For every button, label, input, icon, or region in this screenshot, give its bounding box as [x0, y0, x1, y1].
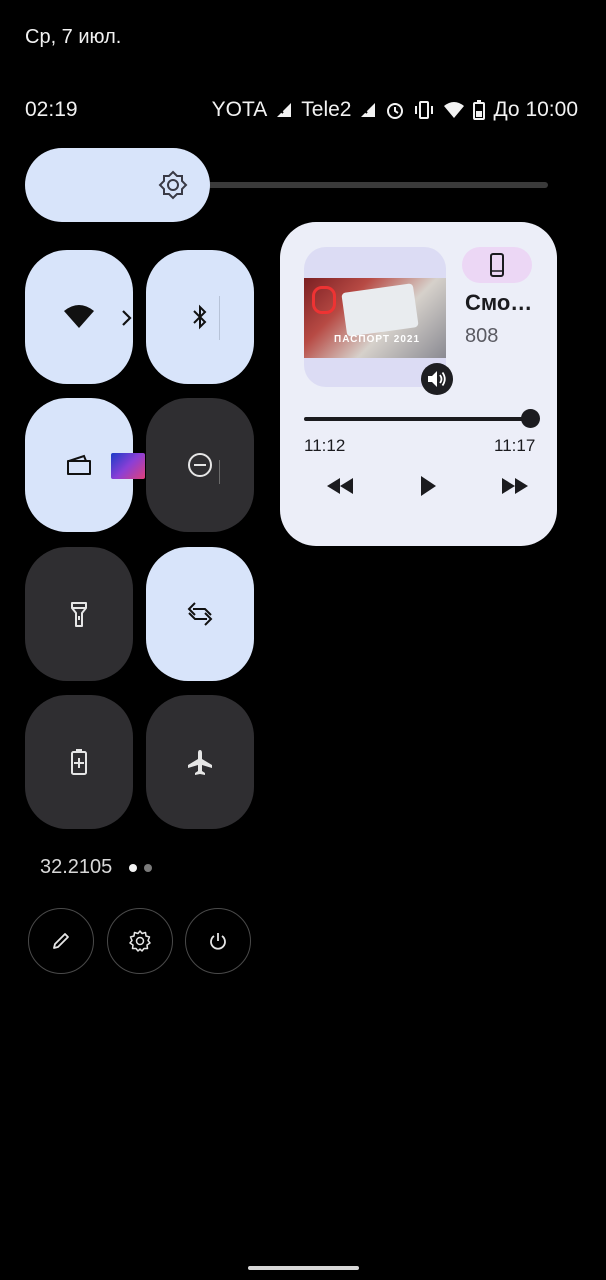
song-artist: 808 [465, 325, 499, 347]
status-bar: 02:19 YOTA Tele2 До 10:00 [0, 98, 606, 126]
airplane-icon [188, 750, 212, 775]
brightness-track[interactable] [205, 182, 548, 188]
pencil-icon [53, 933, 69, 949]
tile-divider [219, 296, 220, 340]
seek-handle[interactable] [521, 409, 540, 428]
rotate-icon [187, 602, 213, 626]
clock: 02:19 [25, 98, 78, 121]
rewind-button[interactable] [323, 472, 357, 500]
wallet-icon [67, 454, 91, 475]
rewind-icon [327, 478, 353, 494]
vibrate-icon [415, 101, 434, 119]
alarm-icon [387, 103, 404, 119]
page-dot [144, 864, 152, 872]
brightness-icon [158, 170, 188, 200]
elapsed-time: 11:12 [304, 436, 346, 455]
tile-wallet[interactable] [25, 398, 145, 532]
power-button[interactable] [185, 908, 251, 974]
total-time: 11:17 [494, 436, 536, 455]
dnd-icon [188, 453, 212, 477]
tile-bluetooth[interactable] [146, 250, 254, 384]
media-player[interactable]: ПАСПОРТ 2021 Смо… 808 11:12 11:17 [280, 222, 557, 546]
tile-airplane[interactable] [146, 695, 254, 829]
battery-saver-icon [71, 749, 87, 775]
build-number[interactable]: 32.2105 [40, 856, 112, 879]
seek-bar[interactable] [304, 417, 530, 421]
edit-button[interactable] [28, 908, 94, 974]
gesture-handle[interactable] [248, 1266, 359, 1270]
battery-estimate: До 10:00 [493, 98, 578, 121]
album-art: ПАСПОРТ 2021 [304, 278, 446, 358]
signal-2-icon [361, 103, 376, 117]
tile-auto-rotate[interactable] [146, 547, 254, 681]
device-chip[interactable] [462, 247, 532, 283]
wallet-card-thumbnail [111, 453, 145, 479]
fast-forward-icon [502, 478, 528, 494]
tile-dnd[interactable] [146, 398, 254, 532]
signal-1-icon [277, 103, 292, 117]
gear-icon [129, 930, 151, 952]
album-art-caption: ПАСПОРТ 2021 [334, 334, 421, 345]
tile-divider [219, 460, 220, 484]
tile-flashlight[interactable] [25, 547, 133, 681]
play-button[interactable] [411, 472, 445, 500]
battery-icon [473, 100, 486, 120]
tile-battery-saver[interactable] [25, 695, 133, 829]
channel-logo [312, 286, 336, 314]
status-icons: YOTA Tele2 До 10:00 [212, 98, 578, 122]
power-icon [210, 933, 226, 950]
wifi-status-icon [444, 102, 465, 118]
phone-icon [490, 253, 504, 277]
chevron-right-icon[interactable] [121, 309, 133, 327]
wifi-icon [64, 305, 94, 328]
output-speaker-button[interactable] [421, 363, 453, 395]
tile-wifi[interactable] [25, 250, 133, 384]
album-art-container[interactable]: ПАСПОРТ 2021 [304, 247, 446, 387]
speaker-icon [428, 371, 446, 387]
flashlight-icon [71, 602, 87, 627]
carrier-1-label: YOTA [211, 98, 268, 121]
settings-button[interactable] [107, 908, 173, 974]
album-art-card [341, 283, 419, 337]
page-dot-active [129, 864, 137, 872]
fast-forward-button[interactable] [498, 472, 532, 500]
song-title: Смо… [465, 290, 533, 315]
play-icon [421, 476, 436, 496]
date-label: Ср, 7 июл. [25, 26, 122, 48]
carrier-2-label: Tele2 [301, 98, 352, 121]
bluetooth-icon [193, 304, 207, 330]
